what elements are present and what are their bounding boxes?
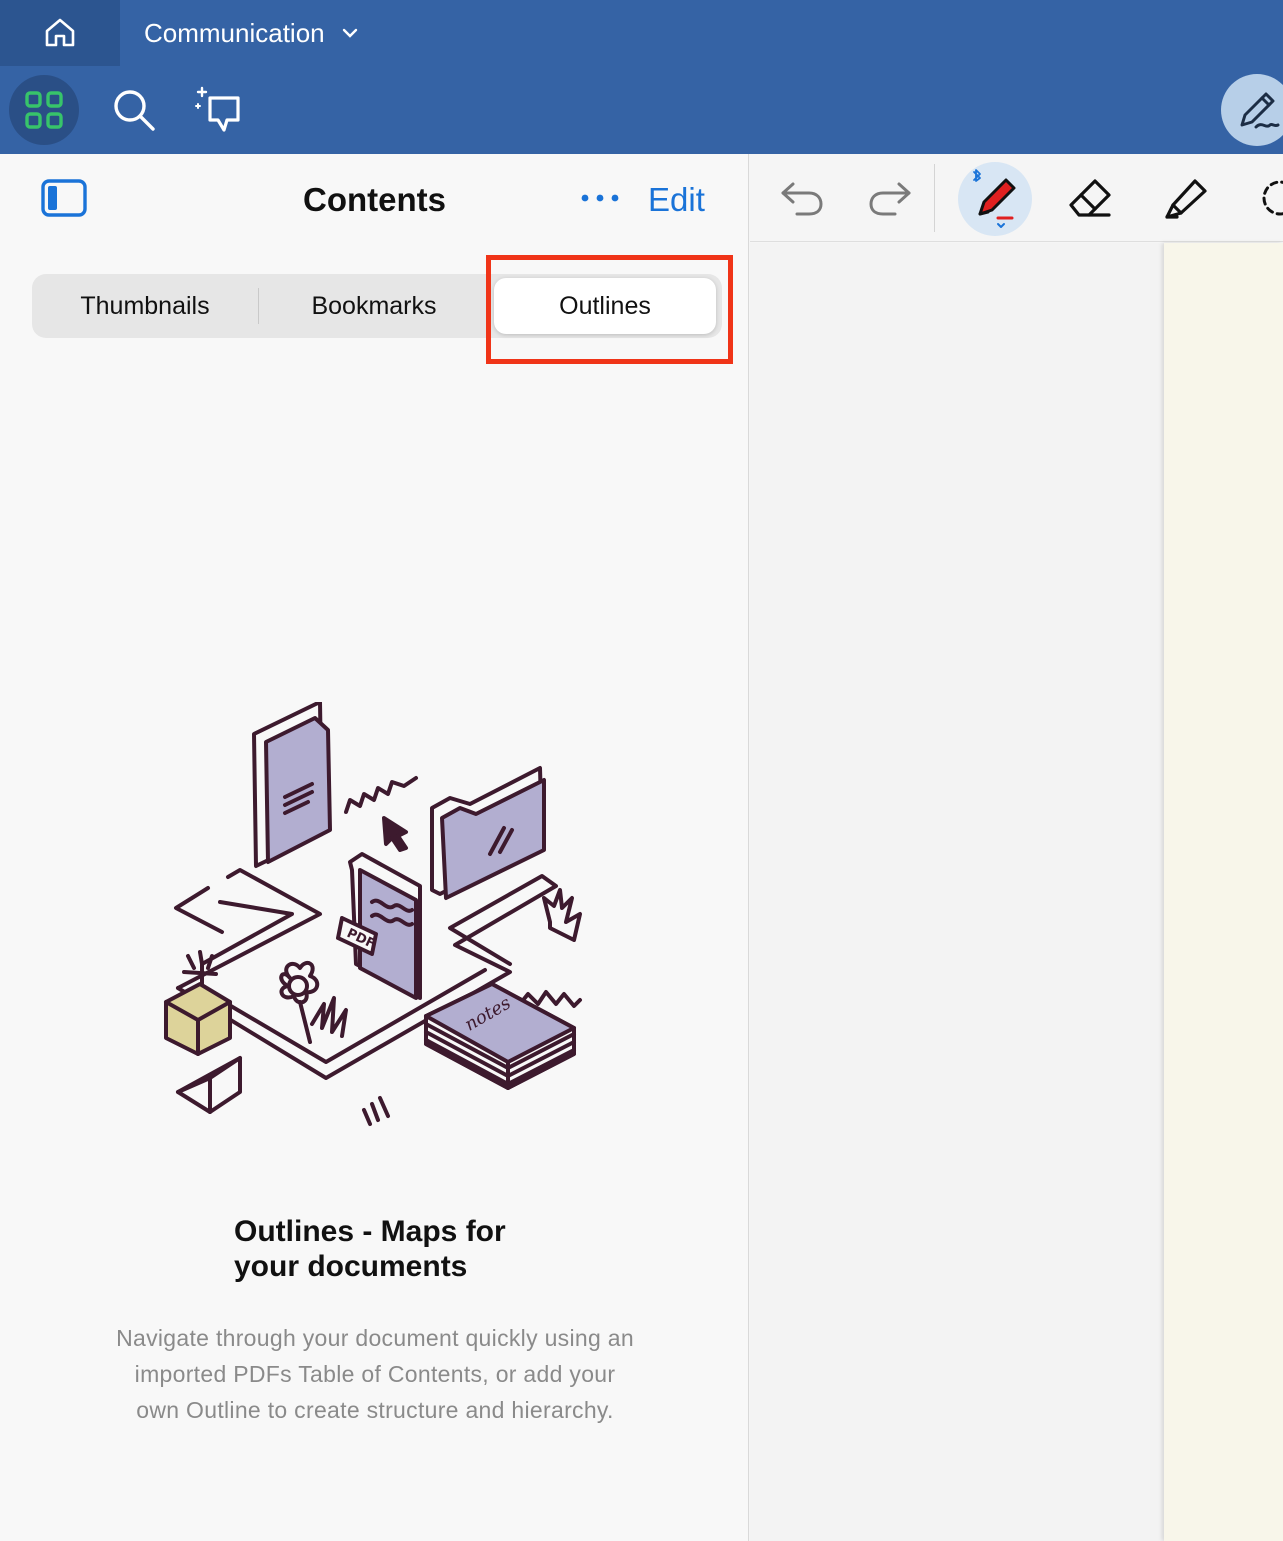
write-mode-button[interactable] — [1221, 74, 1283, 146]
document-page[interactable] — [1164, 243, 1283, 1541]
main-toolbar — [0, 66, 1283, 154]
contents-sidebar: Contents Edit Thumbnails Bookmarks Outli… — [0, 154, 749, 1541]
document-title: Communication — [144, 17, 325, 48]
highlighter-icon — [1165, 179, 1207, 219]
ai-assistant-button[interactable] — [190, 82, 250, 138]
sidebar-title: Contents — [303, 181, 446, 218]
chevron-down-icon — [342, 28, 357, 38]
pen-tool-button[interactable] — [958, 162, 1032, 236]
home-icon — [45, 18, 75, 47]
apps-grid-button[interactable] — [9, 75, 79, 145]
more-options-button[interactable] — [578, 178, 622, 218]
eraser-tool-button[interactable] — [1060, 168, 1120, 228]
document-tab[interactable]: Communication — [144, 0, 361, 66]
home-button[interactable] — [0, 0, 120, 66]
undo-icon — [781, 182, 823, 216]
eraser-icon — [1069, 179, 1111, 217]
ellipsis-icon — [581, 194, 619, 202]
redo-icon — [869, 182, 911, 216]
empty-state-description: Navigate through your document quickly u… — [116, 1325, 634, 1423]
grid-icon — [25, 91, 63, 129]
empty-state-title: Outlines - Maps for your documents — [234, 1215, 506, 1283]
ai-chat-icon — [195, 86, 240, 132]
tab-bookmarks[interactable]: Bookmarks — [259, 274, 489, 338]
lasso-tool-button[interactable] — [1250, 168, 1283, 228]
undo-button[interactable] — [772, 168, 832, 228]
outlines-illustration: PDF notes — [164, 702, 582, 1126]
sidebar-toggle-icon[interactable] — [40, 178, 88, 218]
search-icon — [114, 90, 155, 131]
pen-icon — [973, 169, 1016, 228]
tab-thumbnails[interactable]: Thumbnails — [32, 274, 258, 338]
highlighter-tool-button[interactable] — [1156, 168, 1216, 228]
pen-write-icon — [1240, 92, 1280, 129]
lasso-icon — [1262, 180, 1283, 216]
toolbar-separator — [934, 164, 935, 232]
annotation-highlight-box — [486, 255, 733, 364]
annotation-toolbar — [750, 154, 1283, 242]
edit-button[interactable]: Edit — [648, 178, 705, 222]
redo-button[interactable] — [860, 168, 920, 228]
title-bar: Communication — [0, 0, 1283, 66]
search-button[interactable] — [106, 82, 162, 138]
